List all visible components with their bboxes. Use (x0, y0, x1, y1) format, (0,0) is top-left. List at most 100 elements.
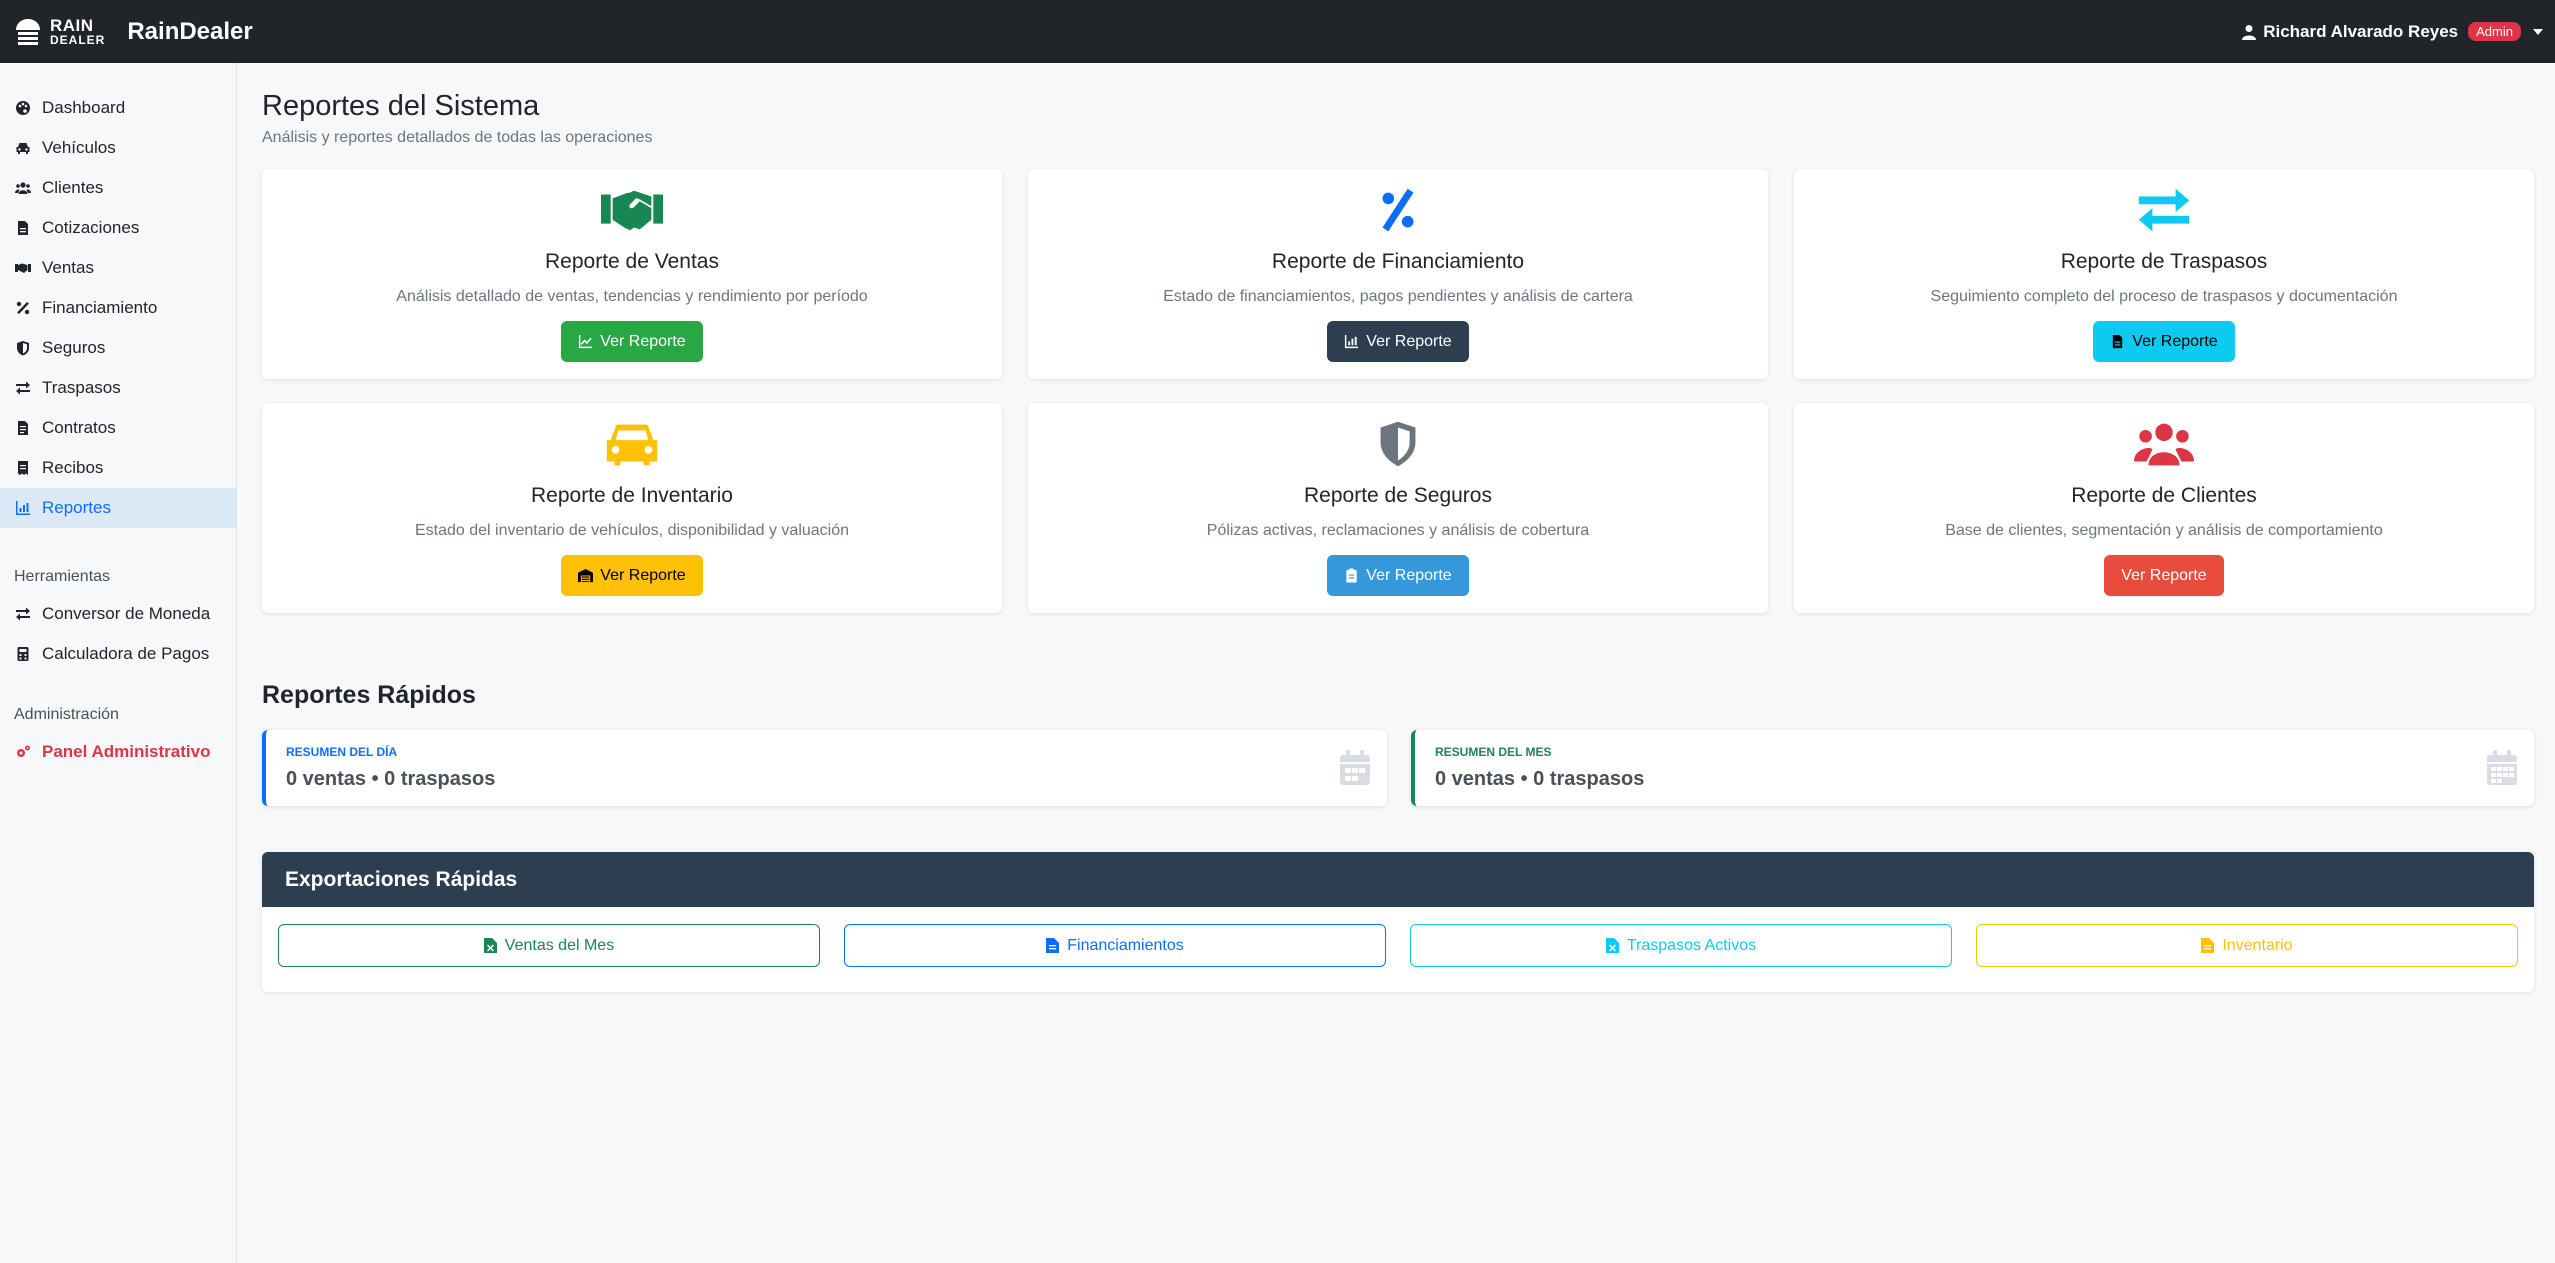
sidebar-item-seguros[interactable]: Seguros (0, 328, 236, 368)
summary-day-card: Resumen del Día 0 ventas • 0 traspasos (262, 730, 1387, 806)
export-label: Traspasos Activos (1626, 936, 1757, 954)
report-card-seguros: Reporte de Seguros Pólizas activas, recl… (1028, 403, 1768, 613)
top-navbar: RAIN DEALER RainDealer Richard Alvarado … (0, 0, 2555, 63)
brand-name[interactable]: RainDealer (127, 18, 252, 46)
button-label: Ver Reporte (1366, 566, 1452, 584)
sidebar-item-cotizaciones[interactable]: Cotizaciones (0, 208, 236, 248)
sidebar-item-reportes[interactable]: Reportes (0, 488, 236, 528)
button-label: Ver Reporte (600, 566, 686, 584)
sidebar-item-label: Conversor de Moneda (42, 604, 211, 623)
sidebar-item-label: Contratos (42, 418, 116, 437)
sidebar-item-panel-administrativo[interactable]: Panel Administrativo (0, 732, 236, 772)
card-description: Pólizas activas, reclamaciones y análisi… (1206, 522, 1590, 539)
exchange-icon (14, 379, 32, 397)
export-label: Ventas del Mes (504, 936, 615, 954)
tools-heading: Herramientas (14, 568, 111, 585)
report-card-financiamiento: Reporte de Financiamiento Estado de fina… (1028, 169, 1768, 379)
card-title: Reporte de Financiamiento (1271, 250, 1525, 273)
ver-reporte-traspasos-button[interactable]: Ver Reporte (2093, 321, 2235, 362)
card-description: Base de clientes, segmentación y análisi… (1945, 522, 2383, 539)
export-financiamientos-button[interactable]: Financiamientos (844, 924, 1386, 967)
sidebar-item-label: Ventas (42, 258, 94, 277)
quick-reports-title: Reportes Rápidos (262, 681, 476, 709)
sidebar-item-financiamiento[interactable]: Financiamiento (0, 288, 236, 328)
clipboard-icon (1346, 568, 1357, 583)
sidebar-item-dashboard[interactable]: Dashboard (0, 88, 236, 128)
file-pdf-icon (1046, 938, 1060, 953)
user-menu[interactable]: Richard Alvarado Reyes Admin (2241, 22, 2543, 42)
rain-dealer-logo-icon (16, 18, 40, 45)
export-inventario-button[interactable]: Inventario (1976, 924, 2518, 967)
quick-exports-card: Exportaciones Rápidas Ventas del Mes Fin… (262, 852, 2534, 992)
sidebar: Dashboard Vehículos Clientes Cotizacione… (0, 63, 237, 1263)
card-description: Análisis detallado de ventas, tendencias… (396, 288, 868, 305)
export-label: Inventario (2222, 936, 2293, 954)
file-invoice-icon (14, 219, 32, 237)
button-label: Ver Reporte (1366, 332, 1452, 350)
logo-line2: DEALER (50, 33, 106, 47)
export-ventas-mes-button[interactable]: Ventas del Mes (278, 924, 820, 967)
chevron-down-icon (2533, 28, 2543, 35)
sidebar-item-recibos[interactable]: Recibos (0, 448, 236, 488)
percent-icon (1366, 185, 1430, 235)
main-content: Reportes del Sistema Análisis y reportes… (262, 63, 2534, 992)
car-icon (14, 139, 32, 157)
ver-reporte-seguros-button[interactable]: Ver Reporte (1327, 555, 1469, 596)
card-description: Estado del inventario de vehículos, disp… (414, 522, 850, 539)
summary-month-value: 0 ventas • 0 traspasos (1435, 768, 1645, 790)
ver-reporte-inventario-button[interactable]: Ver Reporte (561, 555, 703, 596)
calendar-icon (2487, 750, 2517, 785)
calculator-icon (14, 645, 32, 663)
card-description: Seguimiento completo del proceso de tras… (1930, 288, 2398, 305)
sidebar-item-conversor-moneda[interactable]: Conversor de Moneda (0, 594, 236, 634)
sidebar-item-label: Seguros (42, 338, 106, 357)
summary-month-card: Resumen del Mes 0 ventas • 0 traspasos (1411, 730, 2534, 806)
handshake-icon (14, 259, 32, 277)
sidebar-item-label: Clientes (42, 178, 104, 197)
receipt-icon (14, 459, 32, 477)
users-icon (14, 179, 32, 197)
shield-icon (14, 339, 32, 357)
shield-icon (1366, 419, 1430, 469)
card-title: Reporte de Inventario (531, 484, 733, 507)
sidebar-item-label: Financiamiento (42, 298, 158, 317)
quick-reports-row: Resumen del Día 0 ventas • 0 traspasos R… (262, 730, 2534, 806)
ver-reporte-ventas-button[interactable]: Ver Reporte (561, 321, 703, 362)
handshake-icon (600, 185, 664, 235)
export-traspasos-activos-button[interactable]: Traspasos Activos (1410, 924, 1952, 967)
brand-logo[interactable]: RAIN DEALER (12, 16, 105, 48)
logo-line1: RAIN (50, 16, 94, 35)
file-csv-icon (2201, 938, 2215, 953)
sidebar-item-traspasos[interactable]: Traspasos (0, 368, 236, 408)
file-excel-icon (1605, 938, 1619, 953)
sidebar-item-contratos[interactable]: Contratos (0, 408, 236, 448)
report-card-inventario: Reporte de Inventario Estado del inventa… (262, 403, 1002, 613)
sidebar-item-ventas[interactable]: Ventas (0, 248, 236, 288)
export-label: Financiamientos (1067, 936, 1184, 954)
sidebar-item-label: Calculadora de Pagos (42, 644, 210, 663)
sidebar-item-clientes[interactable]: Clientes (0, 168, 236, 208)
card-title: Reporte de Clientes (2071, 484, 2257, 507)
card-description: Estado de financiamientos, pagos pendien… (1163, 288, 1633, 305)
sidebar-item-vehiculos[interactable]: Vehículos (0, 128, 236, 168)
exchange-icon (2132, 185, 2196, 235)
chart-icon (14, 499, 32, 517)
logo-text: RAIN DEALER (50, 17, 105, 46)
sidebar-item-calculadora-pagos[interactable]: Calculadora de Pagos (0, 634, 236, 674)
report-card-ventas: Reporte de Ventas Análisis detallado de … (262, 169, 1002, 379)
report-card-clientes: Reporte de Clientes Base de clientes, se… (1794, 403, 2534, 613)
card-title: Reporte de Ventas (545, 250, 719, 273)
report-cards-grid: Reporte de Ventas Análisis detallado de … (262, 169, 2534, 613)
sidebar-item-label: Panel Administrativo (42, 742, 211, 761)
sidebar-item-label: Vehículos (42, 138, 116, 157)
ver-reporte-clientes-button[interactable]: Ver Reporte (2104, 555, 2224, 596)
summary-day-label: Resumen del Día (286, 745, 398, 759)
sidebar-item-label: Traspasos (42, 378, 121, 397)
exchange-icon (14, 605, 32, 623)
admin-heading: Administración (14, 706, 119, 723)
quick-exports-header: Exportaciones Rápidas (262, 852, 2534, 907)
ver-reporte-financiamiento-button[interactable]: Ver Reporte (1327, 321, 1469, 362)
page-title: Reportes del Sistema (262, 90, 540, 122)
chart-line-icon (579, 334, 593, 349)
file-excel-icon (483, 938, 497, 953)
